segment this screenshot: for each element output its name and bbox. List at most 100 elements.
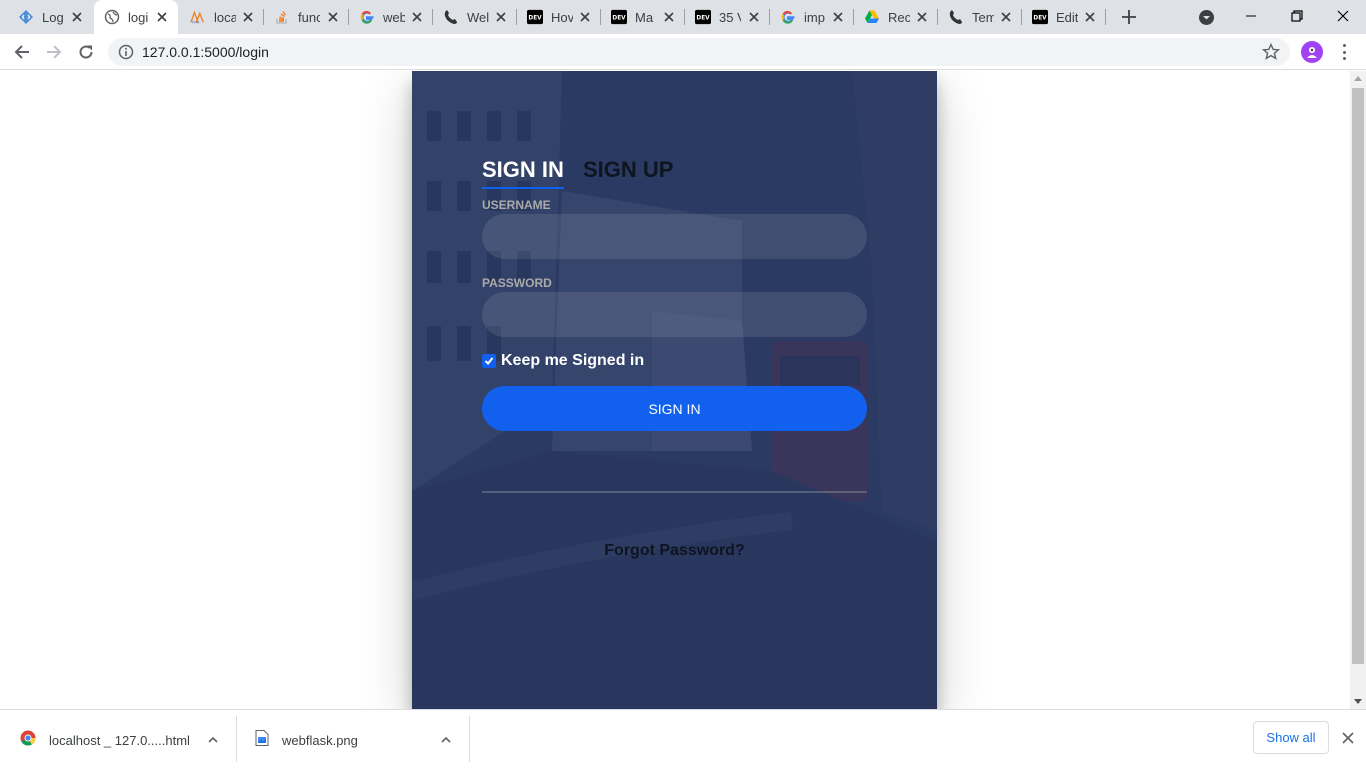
dev-icon: DEV: [611, 9, 627, 25]
new-tab-icon[interactable]: [1119, 7, 1139, 27]
dev-badge-text: DEV: [612, 16, 626, 22]
tab-title: Edit: [1056, 9, 1078, 25]
profile-avatar-icon[interactable]: [1301, 41, 1323, 63]
close-icon[interactable]: [409, 9, 425, 25]
close-icon[interactable]: [325, 9, 341, 25]
address-bar[interactable]: 127.0.0.1:5000/login: [108, 38, 1290, 66]
tab-title: Rec: [888, 9, 910, 25]
forward-arrow-icon[interactable]: [42, 40, 66, 64]
download-filename: webflask.png: [282, 732, 358, 748]
browser-tab[interactable]: Wel: [433, 0, 517, 34]
checkmark-icon: [484, 357, 494, 365]
browser-tab[interactable]: Tem: [938, 0, 1022, 34]
login-card: SIGN IN SIGN UP USERNAME PASSWORD Keep m…: [412, 71, 937, 709]
password-label: PASSWORD: [482, 276, 552, 290]
tab-title: 35 V: [719, 9, 741, 25]
close-icon[interactable]: [661, 9, 677, 25]
chevron-up-icon[interactable]: [206, 733, 220, 747]
dev-badge-text: DEV: [1033, 16, 1047, 22]
close-icon[interactable]: [69, 9, 85, 25]
sign-in-button[interactable]: SIGN IN: [482, 386, 867, 431]
vertical-scrollbar[interactable]: [1350, 71, 1366, 709]
restore-icon[interactable]: [1274, 0, 1320, 32]
close-icon[interactable]: [998, 9, 1014, 25]
tab-sign-up[interactable]: SIGN UP: [583, 157, 673, 183]
tab-title: logi: [128, 9, 149, 25]
dev-badge-text: DEV: [528, 16, 542, 22]
back-arrow-icon[interactable]: [10, 40, 34, 64]
browser-tab[interactable]: DEV Hov: [517, 0, 601, 34]
browser-tab[interactable]: PMA loca: [180, 0, 264, 34]
scroll-up-arrow-icon[interactable]: [1354, 76, 1362, 81]
forgot-password-link[interactable]: Forgot Password?: [412, 542, 937, 560]
close-icon[interactable]: [1340, 730, 1356, 746]
dev-icon: DEV: [527, 9, 543, 25]
dev-icon: DEV: [1032, 9, 1048, 25]
tab-sign-in[interactable]: SIGN IN: [482, 157, 564, 189]
menu-kebab-icon[interactable]: [1336, 42, 1352, 62]
download-separator: [469, 716, 470, 762]
svg-text:PMA: PMA: [192, 21, 200, 25]
phpmyadmin-icon: PMA: [190, 9, 206, 25]
stackoverflow-icon: [274, 9, 290, 25]
browser-tab[interactable]: imp: [770, 0, 854, 34]
bookmark-star-icon[interactable]: [1261, 42, 1281, 61]
chrome-icon: [20, 730, 36, 751]
tab-title: func: [298, 9, 320, 25]
chevron-up-icon[interactable]: [439, 733, 453, 747]
close-icon[interactable]: [493, 9, 509, 25]
page-viewport: SIGN IN SIGN UP USERNAME PASSWORD Keep m…: [0, 71, 1350, 709]
google-icon: [359, 9, 375, 25]
browser-tab[interactable]: web: [349, 0, 433, 34]
browser-tab[interactable]: DEV Ma: [601, 0, 685, 34]
tab-title: Wel: [467, 9, 489, 25]
close-icon[interactable]: [830, 9, 846, 25]
browser-tab[interactable]: Log: [8, 0, 93, 34]
window-close-icon[interactable]: [1320, 0, 1366, 32]
tab-title: Log: [42, 9, 64, 25]
show-all-button[interactable]: Show all: [1253, 721, 1329, 754]
dev-icon: DEV: [695, 9, 711, 25]
keep-signed-in-label[interactable]: Keep me Signed in: [501, 352, 644, 370]
close-icon[interactable]: [154, 9, 170, 25]
dev-badge-text: DEV: [696, 16, 710, 22]
minimize-icon[interactable]: [1228, 0, 1274, 32]
close-icon[interactable]: [746, 9, 762, 25]
form-divider: [482, 491, 867, 493]
url-text[interactable]: 127.0.0.1:5000/login: [142, 44, 269, 60]
close-icon[interactable]: [240, 9, 256, 25]
close-icon[interactable]: [914, 9, 930, 25]
download-item[interactable]: webflask.png: [255, 718, 465, 762]
browser-tab-active[interactable]: logi: [94, 0, 178, 34]
browser-tab[interactable]: DEV 35 V: [685, 0, 770, 34]
username-input[interactable]: [482, 214, 867, 259]
close-icon[interactable]: [1082, 9, 1098, 25]
tab-separator: [1105, 9, 1106, 25]
keep-signed-in-checkbox[interactable]: [482, 354, 496, 368]
tab-title: imp: [804, 9, 825, 25]
download-filename: localhost _ 127.0.....html: [49, 732, 190, 748]
password-input[interactable]: [482, 292, 867, 337]
tab-title: loca: [214, 9, 236, 25]
web-phone-icon: [948, 9, 964, 25]
browser-tab[interactable]: Rec: [854, 0, 938, 34]
username-label: USERNAME: [482, 198, 551, 212]
reload-icon[interactable]: [74, 40, 98, 64]
info-icon[interactable]: [118, 44, 134, 60]
browser-tab[interactable]: DEV Edit: [1022, 0, 1106, 34]
download-item[interactable]: localhost _ 127.0.....html: [20, 718, 230, 762]
tab-title: Ma: [635, 9, 654, 25]
tab-title: web: [383, 9, 405, 25]
browser-tabstrip: Log logi PMA loca func web Wel DEV Hov D…: [0, 0, 1366, 34]
download-separator: [236, 716, 237, 762]
close-icon[interactable]: [577, 9, 593, 25]
google-icon: [780, 9, 796, 25]
download-shelf: localhost _ 127.0.....html webflask.png …: [0, 709, 1366, 768]
tab-search-icon[interactable]: [1198, 9, 1215, 26]
tab-title: Hov: [551, 9, 573, 25]
scroll-down-arrow-icon[interactable]: [1354, 699, 1362, 704]
scrollbar-thumb[interactable]: [1352, 88, 1364, 664]
browser-tab[interactable]: func: [264, 0, 349, 34]
keep-signed-in-row[interactable]: Keep me Signed in: [482, 351, 644, 371]
google-drive-icon: [864, 9, 880, 25]
